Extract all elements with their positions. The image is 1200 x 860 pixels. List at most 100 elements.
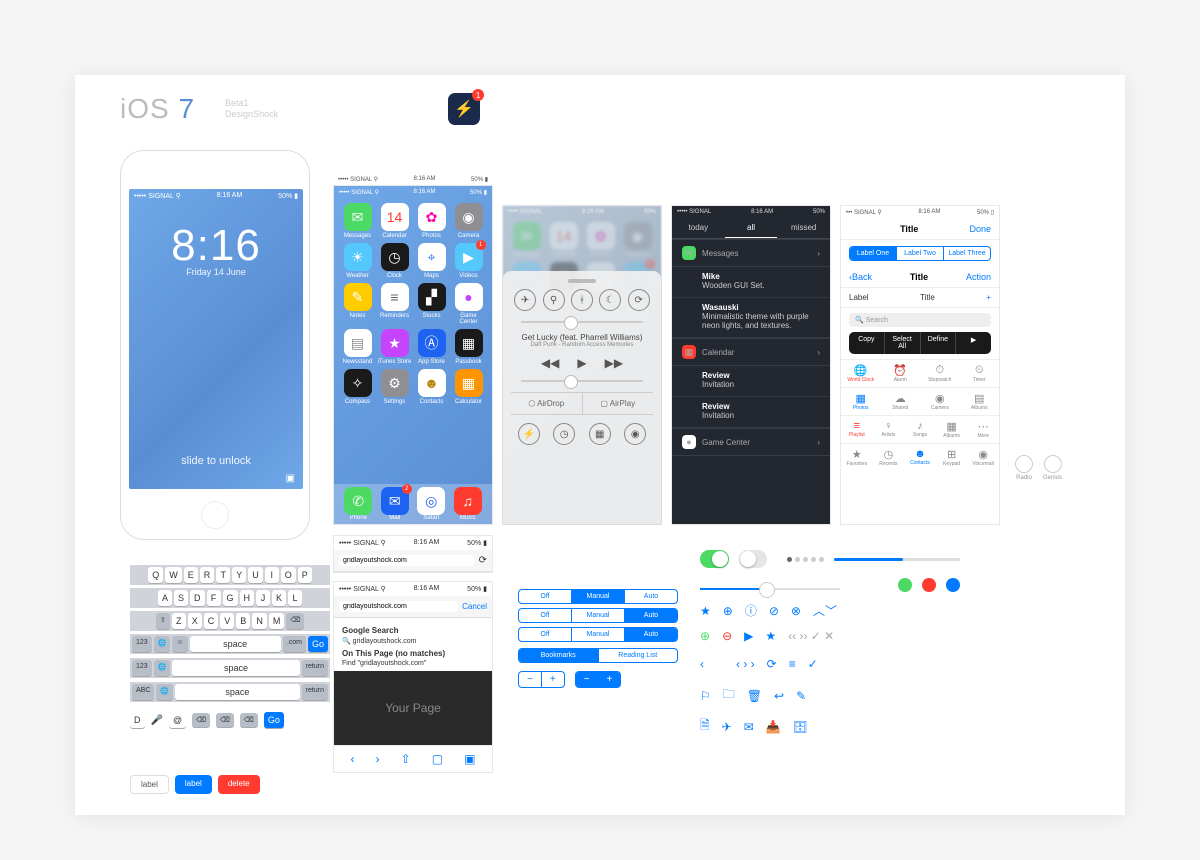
tab-photos[interactable]: ▦Photos: [841, 392, 881, 411]
app-mail[interactable]: ✉2Mail: [381, 487, 409, 521]
close-icon[interactable]: ⊗: [791, 604, 801, 618]
tab-recents[interactable]: ◷Recents: [873, 448, 905, 467]
key-O[interactable]: O: [281, 567, 296, 583]
back-button[interactable]: ‹Back: [849, 272, 872, 282]
app-calendar[interactable]: 14Calendar: [377, 203, 412, 239]
airdrop-button[interactable]: ⬡ AirDrop: [511, 393, 582, 414]
app-app-store[interactable]: ⒶApp Store: [414, 329, 449, 365]
seg-opt[interactable]: Auto: [624, 590, 677, 603]
tab-world-clock[interactable]: 🌐World Clock: [841, 364, 881, 383]
tabs-icon[interactable]: ▣: [464, 752, 475, 766]
key-Go[interactable]: Go: [308, 636, 328, 652]
key-⇧[interactable]: ⇧: [156, 613, 170, 629]
key-🌐[interactable]: 🌐: [154, 660, 171, 676]
nc-tab-all[interactable]: all: [725, 218, 778, 238]
control-center[interactable]: ••••• SIGNAL8:16 AM50%✉Messages14Calenda…: [502, 205, 662, 525]
slide-to-unlock[interactable]: slide to unlock: [129, 455, 303, 467]
key-D[interactable]: D: [190, 590, 205, 606]
app-passbook[interactable]: ▦Passbook: [451, 329, 486, 365]
bookmarks-icon[interactable]: ▢: [432, 752, 443, 766]
star-fill-icon[interactable]: ★: [765, 629, 776, 643]
app-itunes-store[interactable]: ★iTunes Store: [377, 329, 412, 365]
url-input[interactable]: [339, 555, 475, 566]
back-icon[interactable]: ‹: [351, 752, 355, 766]
key-T[interactable]: T: [216, 567, 230, 583]
menu-icon[interactable]: ≡: [789, 657, 796, 671]
key-N[interactable]: N: [252, 613, 267, 629]
key-X[interactable]: X: [188, 613, 202, 629]
brightness-slider[interactable]: [521, 321, 643, 323]
tab-albums[interactable]: ▦Albums: [936, 420, 968, 439]
key-space[interactable]: space: [172, 660, 299, 676]
key-⌫[interactable]: ⌫: [286, 613, 304, 629]
reload-icon[interactable]: ⟳: [479, 555, 487, 566]
notification-center[interactable]: ••••• SIGNAL8:16 AM50% today all missed …: [671, 205, 831, 525]
key-ABC[interactable]: ABC: [132, 684, 154, 700]
app-newsstand[interactable]: ▤Newsstand: [340, 329, 375, 365]
chevron-left-icon[interactable]: ‹: [700, 657, 704, 671]
volume-slider[interactable]: [521, 380, 643, 382]
key-A[interactable]: A: [158, 590, 172, 606]
done-button[interactable]: Done: [969, 224, 991, 234]
cancel-button[interactable]: Cancel: [462, 602, 487, 611]
tab-artists[interactable]: ♀Artists: [873, 420, 905, 439]
key-I[interactable]: I: [265, 567, 279, 583]
key-☺[interactable]: ☺: [172, 636, 187, 652]
dot-red[interactable]: [922, 578, 936, 592]
app-messages[interactable]: ✉Messages: [509, 222, 544, 258]
reply-icon[interactable]: ↩: [774, 689, 784, 703]
star-icon[interactable]: ★: [700, 604, 711, 618]
check-icon[interactable]: ⊘: [769, 604, 779, 618]
key-R[interactable]: R: [200, 567, 215, 583]
seg-opt[interactable]: Manual: [571, 609, 624, 622]
wifi-icon[interactable]: ⚲: [543, 289, 565, 311]
key-S[interactable]: S: [174, 590, 188, 606]
key-B[interactable]: B: [236, 613, 250, 629]
app-calculator[interactable]: ▦Calculator: [451, 369, 486, 405]
send-icon[interactable]: ✈: [722, 720, 732, 734]
action-button[interactable]: Action: [966, 272, 991, 282]
play-icon[interactable]: ▶: [744, 629, 753, 643]
key-return[interactable]: return: [302, 660, 328, 676]
seg-opt[interactable]: Auto: [624, 609, 677, 622]
tab-alarm[interactable]: ⏰Alarm: [881, 364, 921, 383]
home-button[interactable]: [201, 501, 229, 529]
share-icon[interactable]: ⇧: [401, 752, 411, 766]
tab-contacts[interactable]: ☻Contacts: [904, 448, 936, 467]
key-123[interactable]: 123: [132, 660, 152, 676]
airplane-icon[interactable]: ✈: [514, 289, 536, 311]
key-J[interactable]: J: [256, 590, 270, 606]
mic-icon[interactable]: 🎤: [151, 715, 163, 726]
play-icon[interactable]: ▶: [577, 356, 586, 370]
app-reminders[interactable]: ≡Reminders: [377, 283, 412, 325]
trash-icon[interactable]: 🗑: [747, 689, 762, 703]
info-icon[interactable]: ⓘ: [745, 602, 757, 619]
tab-albums[interactable]: ▤Albums: [960, 392, 1000, 411]
airplay-button[interactable]: ▢ AirPlay: [582, 393, 654, 414]
key-P[interactable]: P: [298, 567, 312, 583]
key-Y[interactable]: Y: [232, 567, 246, 583]
dot-green[interactable]: [898, 578, 912, 592]
app-phone[interactable]: ✆Phone: [344, 487, 372, 521]
key-space[interactable]: space: [175, 684, 300, 700]
nc-tab-missed[interactable]: missed: [777, 218, 830, 238]
tab-keypad[interactable]: ⊞Keypad: [936, 448, 968, 467]
app-photos[interactable]: ✿Photos: [414, 203, 449, 239]
keyboard-stack[interactable]: QWERTYUIOP ASDFGHJKL ⇧ZXCVBNM⌫ 123🌐☺spac…: [130, 565, 330, 728]
calculator-icon[interactable]: ▦: [589, 423, 611, 445]
app-camera[interactable]: ◉Camera: [451, 203, 486, 239]
dot-blue[interactable]: [946, 578, 960, 592]
label-button-primary[interactable]: label: [175, 775, 212, 794]
flashlight-icon[interactable]: ⚡: [518, 423, 540, 445]
app-stocks[interactable]: ▞Stocks: [414, 283, 449, 325]
circle-plus-icon[interactable]: ⊕: [723, 604, 733, 618]
key-.com[interactable]: .com: [283, 636, 306, 652]
tab-voicemail[interactable]: ◉Voicemail: [967, 448, 999, 467]
app-compass[interactable]: ✧Compass: [340, 369, 375, 405]
key-C[interactable]: C: [204, 613, 219, 629]
key-V[interactable]: V: [220, 613, 234, 629]
dnd-icon[interactable]: ☾: [599, 289, 621, 311]
app-contacts[interactable]: ☻Contacts: [414, 369, 449, 405]
stepper[interactable]: −+: [518, 671, 565, 688]
seg-opt[interactable]: Label Three: [943, 247, 990, 260]
